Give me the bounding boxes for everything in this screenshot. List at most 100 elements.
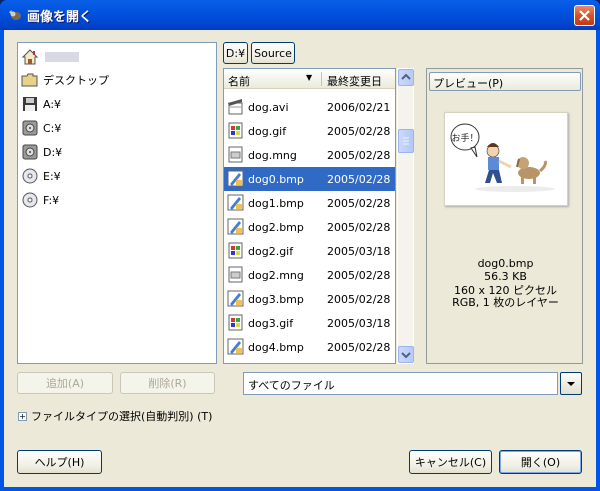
file-date: 2006/02/21 <box>327 101 391 114</box>
file-name: dog2.mng <box>248 269 304 282</box>
gif-file-icon <box>227 314 244 332</box>
file-name: dog1.bmp <box>248 197 304 210</box>
file-row[interactable]: dog.gif 2005/02/28 <box>224 119 395 143</box>
place-drive-e[interactable]: E:¥ <box>21 165 211 187</box>
place-label: D:¥ <box>43 145 63 159</box>
gimp-icon <box>9 10 21 20</box>
column-header-name[interactable]: 名前 <box>228 73 250 89</box>
help-button[interactable]: ヘルプ(H) <box>17 450 102 474</box>
hard-drive-icon <box>22 120 38 136</box>
file-row[interactable]: dog3.bmp 2005/02/28 <box>224 287 395 311</box>
column-header-date[interactable]: 最終変更日 <box>327 73 382 89</box>
grip-icon <box>403 137 409 145</box>
mng-file-icon <box>227 146 244 164</box>
mng-file-icon <box>227 266 244 284</box>
add-bookmark-button[interactable]: 追加(A) <box>17 372 113 394</box>
bmp-file-icon <box>227 290 244 308</box>
file-list-scrollbar[interactable] <box>397 68 414 364</box>
preview-thumbnail: お手！ <box>444 112 568 206</box>
place-home[interactable] <box>21 46 211 68</box>
chevron-up-icon <box>401 73 411 80</box>
file-name: dog2.gif <box>248 245 294 258</box>
file-name: dog.avi <box>248 101 289 114</box>
cd-drive-icon <box>22 168 38 184</box>
file-name: dog.mng <box>248 149 297 162</box>
file-row[interactable]: dog.mng 2005/02/28 <box>224 143 395 167</box>
cancel-button[interactable]: キャンセル(C) <box>409 450 492 474</box>
home-folder-icon <box>21 49 39 65</box>
file-filter-dropdown-button[interactable] <box>560 372 582 395</box>
file-date: 2005/02/28 <box>327 293 391 306</box>
file-date: 2005/03/18 <box>327 317 391 330</box>
file-list[interactable]: divx5_vbrhi2005/10/21dog.avi2006/02/21do… <box>223 68 396 364</box>
chevron-down-icon <box>567 382 575 386</box>
place-label: F:¥ <box>43 193 60 207</box>
file-name: dog2.bmp <box>248 221 304 234</box>
column-separator <box>321 72 322 86</box>
place-drive-c[interactable]: C:¥ <box>21 117 211 139</box>
place-drive-a[interactable]: A:¥ <box>21 93 211 115</box>
path-button-source[interactable]: Source <box>251 42 295 64</box>
scroll-thumb[interactable] <box>398 129 414 153</box>
desktop-folder-icon <box>21 73 38 87</box>
remove-bookmark-button[interactable]: 削除(R) <box>120 372 215 394</box>
window-title: 画像を開く <box>27 10 93 25</box>
title-bar[interactable]: 画像を開く <box>0 0 600 30</box>
help-button-label: ヘルプ(H) <box>34 456 85 469</box>
sort-descending-icon: ▼ <box>306 73 313 82</box>
close-icon <box>579 10 590 21</box>
file-filter-combo[interactable]: すべてのファイル <box>243 372 558 395</box>
blurred-username <box>45 52 79 62</box>
speech-text: お手！ <box>451 132 478 144</box>
file-row[interactable]: dog1.bmp 2005/02/28 <box>224 191 395 215</box>
bmp-file-icon <box>227 170 244 188</box>
dog-boy-illustration: お手！ <box>450 123 555 192</box>
preview-filename: dog0.bmp <box>477 257 534 270</box>
file-name: dog3.bmp <box>248 293 304 306</box>
path-button-label: Source <box>254 46 292 60</box>
file-date: 2005/02/28 <box>327 149 391 162</box>
place-label: A:¥ <box>43 97 62 111</box>
gif-file-icon <box>227 242 244 260</box>
preview-toggle-button[interactable]: プレビュー(P) <box>429 72 581 91</box>
file-row[interactable]: dog0.bmp 2005/02/28 <box>224 167 395 191</box>
path-button-label: D:¥ <box>225 46 246 60</box>
place-drive-f[interactable]: F:¥ <box>21 189 211 211</box>
cancel-button-label: キャンセル(C) <box>414 456 487 469</box>
bmp-file-icon <box>227 218 244 236</box>
floppy-drive-icon <box>23 97 37 111</box>
places-panel[interactable]: デスクトップ A:¥ C:¥ D:¥ E:¥ F:¥ <box>17 42 217 364</box>
file-name: dog3.gif <box>248 317 294 330</box>
preview-panel: プレビュー(P) お手！ dog0.bmp 56.3 KB 160 x 120 … <box>426 68 583 364</box>
chevron-down-icon <box>401 352 411 359</box>
file-row[interactable]: dog2.mng 2005/02/28 <box>224 263 395 287</box>
file-date: 2005/02/28 <box>327 341 391 354</box>
file-name: dog0.bmp <box>248 173 304 186</box>
file-row[interactable]: dog2.bmp 2005/02/28 <box>224 215 395 239</box>
file-date: 2005/03/18 <box>327 245 391 258</box>
file-date: 2005/02/28 <box>327 221 391 234</box>
dialog-client-area: デスクトップ A:¥ C:¥ D:¥ E:¥ F:¥ D:¥ Source do… <box>4 30 596 487</box>
path-button-drive[interactable]: D:¥ <box>223 42 248 64</box>
file-row[interactable]: dog.avi 2006/02/21 <box>224 95 395 119</box>
filetype-expander[interactable]: + ファイルタイプの選択(自動判別) (T) <box>18 408 212 424</box>
open-button[interactable]: 開く(O) <box>499 450 582 474</box>
avi-file-icon <box>227 98 244 116</box>
place-desktop[interactable]: デスクトップ <box>21 69 211 91</box>
add-bookmark-label: 追加(A) <box>45 377 85 390</box>
place-drive-d[interactable]: D:¥ <box>21 141 211 163</box>
scroll-down-button[interactable] <box>398 346 414 363</box>
scroll-up-button[interactable] <box>398 69 414 86</box>
file-row[interactable]: dog4.bmp 2005/02/28 <box>224 335 395 359</box>
close-button[interactable] <box>574 5 595 26</box>
file-date: 2005/02/28 <box>327 173 391 186</box>
file-row[interactable]: dog3.gif 2005/03/18 <box>224 311 395 335</box>
file-row[interactable]: dog2.gif 2005/03/18 <box>224 239 395 263</box>
bmp-file-icon <box>227 338 244 356</box>
expand-plus-icon: + <box>18 411 27 421</box>
cd-drive-icon <box>22 192 38 208</box>
file-date: 2005/02/28 <box>327 197 391 210</box>
file-date: 2005/02/28 <box>327 125 391 138</box>
filetype-expander-label: ファイルタイプの選択(自動判別) (T) <box>31 410 213 423</box>
file-name: dog.gif <box>248 125 287 138</box>
